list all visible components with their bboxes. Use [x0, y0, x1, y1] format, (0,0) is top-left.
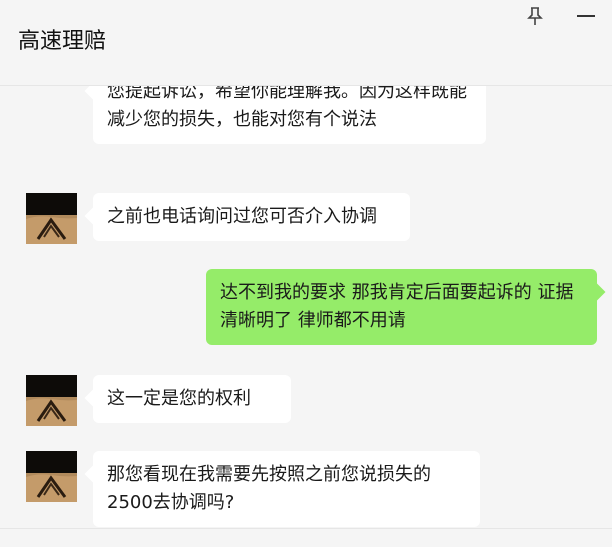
avatar-image	[26, 193, 77, 244]
avatar[interactable]	[26, 193, 77, 244]
pin-icon[interactable]	[526, 6, 544, 26]
chat-title: 高速理赔	[18, 29, 107, 54]
message-text: 之前也电话询问过您可否介入协调	[107, 206, 377, 227]
minimize-icon[interactable]	[577, 15, 595, 17]
title-bar: 高速理赔	[0, 0, 612, 86]
message-text: 那您看现在我需要先按照之前您说损失的2500去协调吗?	[107, 464, 431, 513]
message-bubble-incoming[interactable]: 您提起诉讼，希望你能理解我。因为这样既能减少您的损失，也能对您有个说法	[93, 86, 486, 144]
avatar-image	[26, 375, 77, 426]
message-bubble-incoming[interactable]: 这一定是您的权利	[93, 375, 291, 423]
message-text: 达不到我的要求 那我肯定后面要起诉的 证据清晰明了 律师都不用请	[220, 282, 574, 331]
message-bubble-incoming[interactable]: 之前也电话询问过您可否介入协调	[93, 193, 410, 241]
avatar[interactable]	[26, 451, 77, 502]
message-text: 这一定是您的权利	[107, 388, 251, 409]
message-bubble-incoming[interactable]: 那您看现在我需要先按照之前您说损失的2500去协调吗?	[93, 451, 480, 527]
message-text: 您提起诉讼，希望你能理解我。因为这样既能减少您的损失，也能对您有个说法	[107, 86, 467, 130]
avatar-image	[26, 451, 77, 502]
message-bubble-outgoing[interactable]: 达不到我的要求 那我肯定后面要起诉的 证据清晰明了 律师都不用请	[206, 269, 597, 345]
input-area-edge	[0, 528, 612, 547]
avatar[interactable]	[26, 375, 77, 426]
message-list[interactable]: 您提起诉讼，希望你能理解我。因为这样既能减少您的损失，也能对您有个说法 之前也电…	[0, 86, 612, 528]
